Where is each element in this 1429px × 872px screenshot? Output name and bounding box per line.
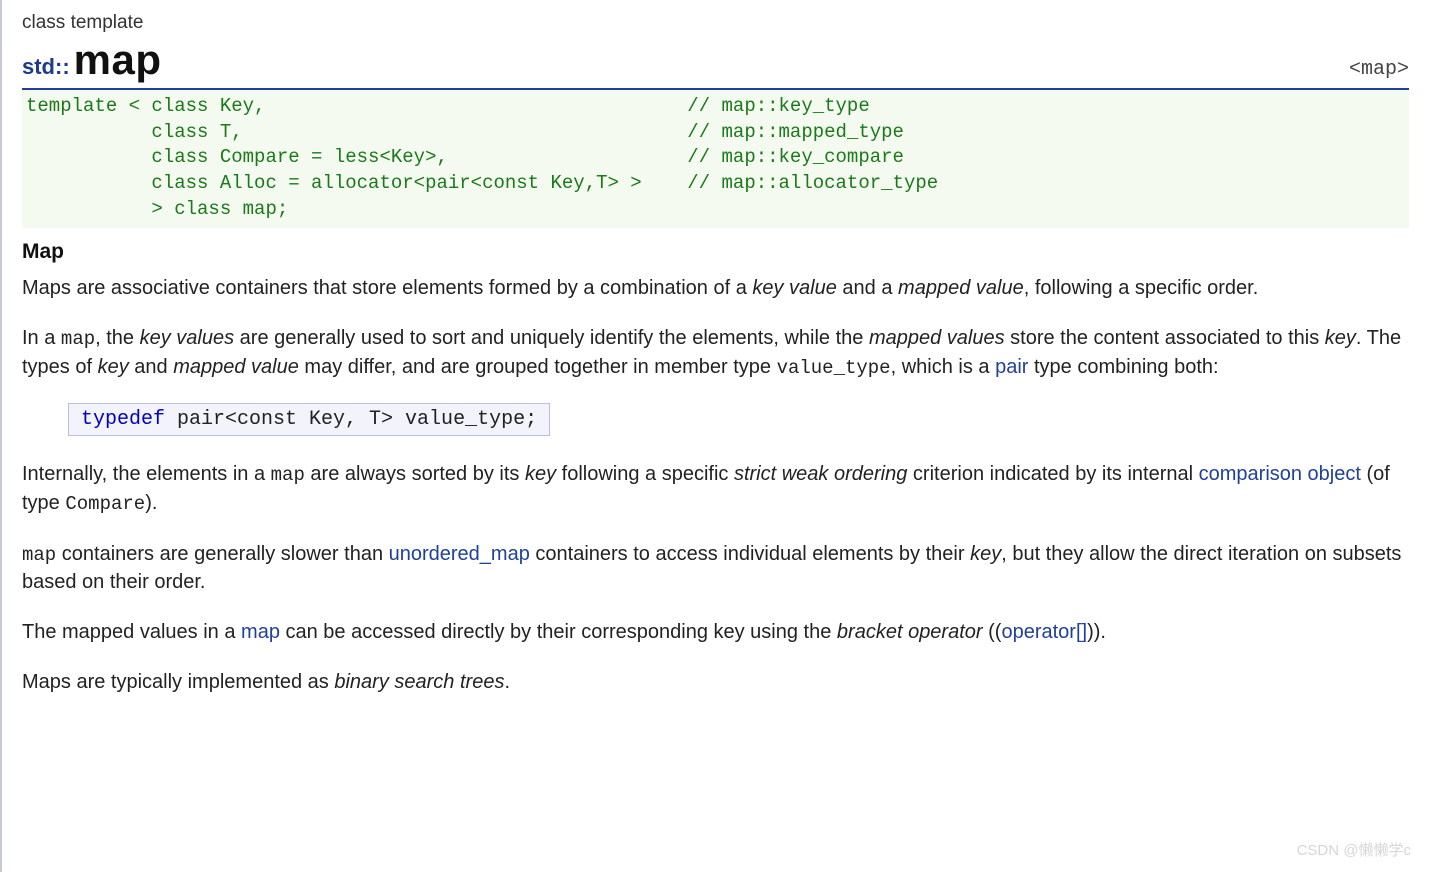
text: )). xyxy=(1087,621,1106,643)
text: (( xyxy=(983,621,1002,643)
operator-brackets-link[interactable]: operator[] xyxy=(1001,621,1087,643)
text: and xyxy=(129,356,173,378)
typedef-rest: pair<const Key, T> value_type; xyxy=(165,408,537,431)
para-6: Maps are typically implemented as binary… xyxy=(22,668,1409,696)
text: The mapped values in a xyxy=(22,621,241,643)
italic: mapped value xyxy=(898,277,1024,299)
text: Internally, the elements in a xyxy=(22,463,271,485)
para-5: The mapped values in a map can be access… xyxy=(22,618,1409,646)
text: containers are generally slower than xyxy=(56,543,388,565)
keyword: typedef xyxy=(81,408,165,431)
typedef-box: typedef pair<const Key, T> value_type; xyxy=(68,403,550,436)
text: store the content associated to this xyxy=(1005,327,1325,349)
mono: map xyxy=(22,544,56,566)
watermark: CSDN @懒懒学c xyxy=(1297,839,1411,860)
text: are generally used to sort and uniquely … xyxy=(234,327,869,349)
section-title: Map xyxy=(22,240,1409,264)
text: criterion indicated by its internal xyxy=(907,463,1198,485)
class-name: map xyxy=(74,36,162,84)
italic: key xyxy=(525,463,556,485)
mono: map xyxy=(61,328,95,350)
text: ). xyxy=(145,492,157,514)
pair-link[interactable]: pair xyxy=(995,356,1028,378)
para-1: Maps are associative containers that sto… xyxy=(22,274,1409,302)
text: type combining both: xyxy=(1028,356,1218,378)
text: following a specific xyxy=(556,463,734,485)
text: are always sorted by its xyxy=(305,463,525,485)
title-left: std:: map xyxy=(22,36,162,84)
template-declaration: template < class Key, // map::key_type c… xyxy=(22,88,1409,228)
italic: key xyxy=(1325,327,1356,349)
category-label: class template xyxy=(22,12,1409,34)
italic: key values xyxy=(140,327,235,349)
namespace-prefix: std:: xyxy=(22,54,70,80)
para-4: map containers are generally slower than… xyxy=(22,540,1409,597)
text: In a xyxy=(22,327,61,349)
text: can be accessed directly by their corres… xyxy=(280,621,837,643)
italic: key xyxy=(98,356,129,378)
comparison-object-link[interactable]: comparison object xyxy=(1199,463,1361,485)
text: Maps are typically implemented as xyxy=(22,671,334,693)
italic: bracket operator xyxy=(837,621,983,643)
italic: key value xyxy=(752,277,837,299)
header-tag: <map> xyxy=(1349,58,1409,81)
italic: mapped values xyxy=(869,327,1005,349)
text: , which is a xyxy=(891,356,995,378)
mono: value_type xyxy=(777,357,891,379)
unordered-map-link[interactable]: unordered_map xyxy=(389,543,530,565)
map-link[interactable]: map xyxy=(241,621,280,643)
text: , the xyxy=(95,327,139,349)
text: and a xyxy=(837,277,898,299)
mono: map xyxy=(271,464,305,486)
text: may differ, and are grouped together in … xyxy=(299,356,777,378)
para-2: In a map, the key values are generally u… xyxy=(22,324,1409,381)
para-3: Internally, the elements in a map are al… xyxy=(22,460,1409,517)
italic: binary search trees xyxy=(334,671,504,693)
text: Maps are associative containers that sto… xyxy=(22,277,752,299)
italic: strict weak ordering xyxy=(734,463,907,485)
mono: Compare xyxy=(65,493,145,515)
text: . xyxy=(504,671,510,693)
italic: mapped value xyxy=(173,356,299,378)
doc-page: class template std:: map <map> template … xyxy=(0,0,1429,872)
title-row: std:: map <map> xyxy=(22,36,1409,84)
text: containers to access individual elements… xyxy=(530,543,970,565)
italic: key xyxy=(970,543,1001,565)
text: , following a specific order. xyxy=(1024,277,1259,299)
